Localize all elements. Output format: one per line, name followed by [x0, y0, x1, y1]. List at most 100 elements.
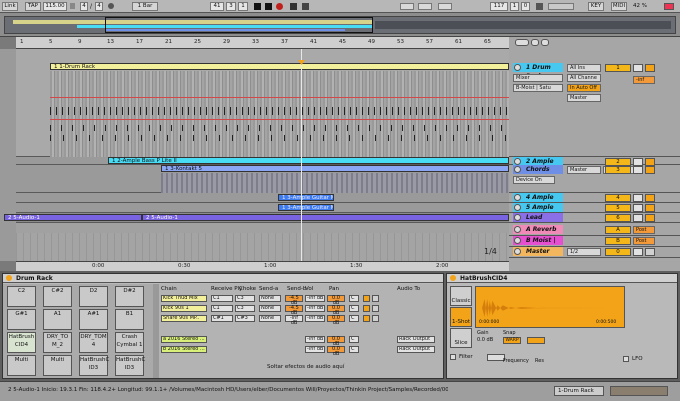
drum-pad[interactable]: B1 [115, 309, 144, 330]
chain-receive[interactable]: C1 [211, 305, 233, 312]
chain-choke[interactable]: None [259, 305, 281, 312]
chain-choke[interactable]: None [259, 295, 281, 302]
chain-play[interactable]: C3 [235, 295, 255, 302]
loop-length-bar[interactable]: 117 [490, 2, 508, 11]
chain-send-b[interactable]: -inf dB [305, 305, 325, 312]
drum-pad[interactable]: Multi [7, 355, 36, 376]
track-volume[interactable]: -inf [633, 76, 655, 84]
return-name[interactable]: a 2016 Stereo ... [161, 336, 207, 343]
chain-play[interactable]: C3 [235, 305, 255, 312]
track-number[interactable]: 1 [605, 64, 631, 72]
track-output-select[interactable]: Master [567, 166, 601, 174]
clip-ample-bass[interactable]: 1 2-Ample Bass P Lite II [108, 157, 509, 164]
chain-send-b[interactable]: -inf dB [305, 315, 325, 322]
track-fold-icon[interactable] [514, 166, 521, 173]
chain-name[interactable]: Kick 90s 1 [161, 305, 207, 312]
track-header[interactable]: Lead 6 [509, 213, 680, 223]
sig-numerator[interactable]: 4 [80, 2, 88, 11]
return-name[interactable]: b 2016 Stereo ... [161, 346, 207, 353]
sig-denominator[interactable]: 4 [95, 2, 103, 11]
lane-ample-bass[interactable]: 1 2-Ample Bass P Lite II [16, 157, 509, 165]
clip-audio-1-a[interactable]: 2 5-Audio-1 [4, 214, 142, 221]
lfo-toggle[interactable] [623, 356, 629, 362]
clip-audio-1-b[interactable]: 2 5-Audio-1 [142, 214, 509, 221]
solo-button[interactable] [633, 166, 643, 174]
set-button[interactable] [515, 39, 529, 46]
track-number[interactable]: 3 [605, 166, 631, 174]
lane-returns[interactable]: 1/4 [16, 223, 509, 261]
return-volume[interactable]: 0.0 dB [327, 346, 345, 357]
metronome-icon[interactable] [70, 3, 75, 9]
track-fold-icon[interactable] [514, 64, 521, 71]
device-on-icon[interactable] [6, 275, 12, 281]
mode-classic[interactable]: Classic [450, 286, 472, 306]
loop-length-sixteenth[interactable]: 0 [521, 2, 530, 11]
solo-button[interactable] [633, 194, 643, 202]
arrangement-overview[interactable] [0, 13, 680, 37]
track-header[interactable]: Master 1/2 0 [509, 247, 680, 258]
sample-orange-button[interactable] [527, 337, 545, 344]
clip-guitar-b[interactable]: 1 3-Ample Guitar M II [278, 204, 334, 211]
chain-send-a[interactable]: -4.5 dB [285, 305, 303, 316]
computer-keyboard-icon[interactable] [548, 3, 574, 10]
track-header[interactable]: 4 Ample Gui4 [509, 193, 680, 210]
track-output-select[interactable]: Master [567, 94, 601, 102]
chain-name[interactable]: Snare 90s MP.. [161, 315, 207, 322]
mixer-select[interactable]: Mixer [513, 74, 563, 82]
drum-pad[interactable]: DRY_TOM 4 [79, 332, 108, 353]
arm-button[interactable] [645, 194, 655, 202]
track-number[interactable]: 4 [605, 194, 631, 202]
chain-receive[interactable]: C#1 [211, 315, 233, 322]
stop-icon[interactable] [265, 3, 272, 10]
tempo-field[interactable]: 115.00 [43, 2, 67, 11]
solo-button[interactable] [633, 214, 643, 222]
arm-button[interactable] [645, 64, 655, 72]
drum-pad[interactable]: Multi [43, 355, 72, 376]
overview-viewport[interactable] [105, 17, 373, 33]
chain-send-b[interactable]: -inf dB [305, 295, 325, 302]
drum-pad[interactable]: D#2 [115, 286, 144, 307]
lane-guitar-b[interactable]: 1 3-Ample Guitar M II [16, 203, 509, 213]
chain-choke[interactable]: None [259, 315, 281, 322]
chain-mute[interactable] [372, 315, 379, 322]
track-fold-icon[interactable] [514, 226, 521, 233]
gain-value[interactable]: 0.0 dB [477, 337, 493, 343]
track-fold-icon[interactable] [514, 194, 521, 201]
track-number[interactable]: 5 [605, 204, 631, 212]
chain-volume[interactable]: 0.0 dB [327, 305, 345, 316]
tap-button[interactable]: TAP [25, 2, 41, 11]
track-fold-icon[interactable] [514, 248, 521, 255]
record-dot-icon[interactable] [108, 3, 114, 9]
arm-button[interactable] [645, 248, 655, 256]
track-header[interactable]: 2 Ample Bas2 [509, 157, 680, 174]
return-send-b[interactable]: -inf dB [305, 346, 325, 353]
chain-send-a[interactable]: -inf dB [285, 315, 303, 326]
loop-length-beat[interactable]: 1 [510, 2, 519, 11]
track-volume[interactable]: Post [633, 237, 655, 245]
chain-pan[interactable]: C [349, 295, 359, 302]
track-volume[interactable]: Post [633, 226, 655, 234]
track-fold-icon[interactable] [514, 214, 521, 221]
arm-button[interactable] [645, 166, 655, 174]
time-ruler[interactable]: 0:000:301:001:302:002:30 [16, 261, 534, 271]
chain-send-a[interactable]: -4.5 dB [285, 295, 303, 306]
mode-slice[interactable]: Slice [450, 328, 472, 348]
waveform-display[interactable]: 0:00:000 0:00:500 [475, 286, 625, 328]
session-record-icon[interactable] [302, 3, 309, 10]
track-number[interactable]: 0 [605, 248, 631, 256]
return-pan[interactable]: C [349, 346, 359, 353]
arm-button[interactable] [645, 214, 655, 222]
loop-switch-icon[interactable] [418, 3, 432, 10]
midi-map-button[interactable]: MIDI [611, 2, 627, 11]
chain-receive[interactable]: C1 [211, 295, 233, 302]
sampler-on-icon[interactable] [450, 275, 456, 281]
key-map-button[interactable]: KEY [588, 2, 604, 11]
lane-lead[interactable]: 2 5-Audio-1 2 5-Audio-1 [4, 213, 509, 223]
track-input-select[interactable]: All Ins [567, 64, 601, 72]
drum-pad[interactable]: DRY_TO M_2 [43, 332, 72, 353]
nav-back-icon[interactable] [531, 39, 539, 46]
overview-strip[interactable] [4, 16, 676, 34]
chain-name[interactable]: Kick Thud Mix [161, 295, 207, 302]
overdub-icon[interactable] [290, 3, 297, 10]
chain-pan[interactable]: C [349, 305, 359, 312]
